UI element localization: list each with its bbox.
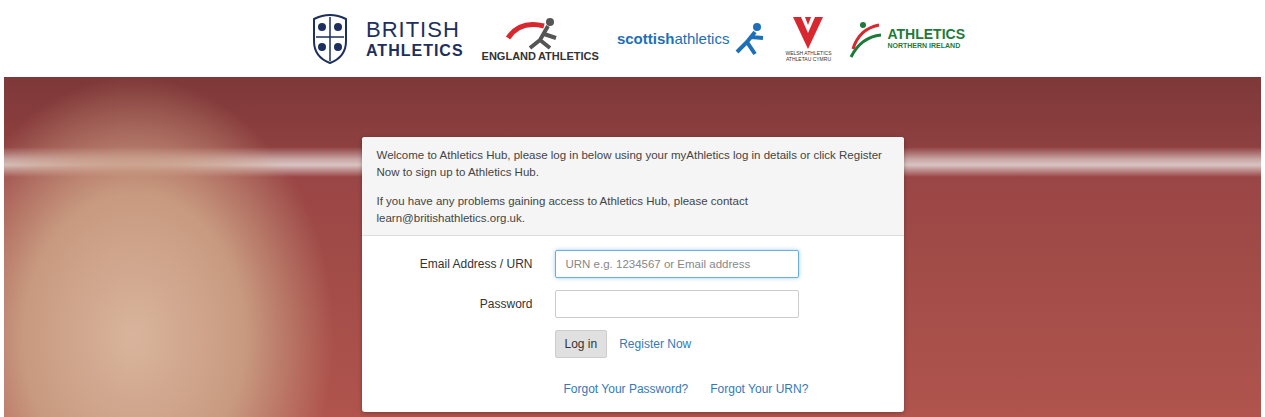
logo-text: ATHLETICS — [887, 27, 965, 42]
dragon-mark-icon — [791, 15, 825, 51]
help-links: Forgot Your Password? Forgot Your URN? — [362, 358, 904, 412]
field-label: Email Address / URN — [362, 257, 533, 271]
text-field[interactable] — [555, 250, 799, 278]
swoosh-icon — [849, 19, 883, 59]
logo-text: scottish — [617, 30, 675, 47]
crest-icon — [310, 13, 350, 65]
login-card: Welcome to Athletics Hub, please log in … — [362, 137, 904, 412]
hero-photo: Welcome to Athletics Hub, please log in … — [4, 77, 1261, 417]
login-button[interactable]: Log in — [555, 330, 608, 358]
logo-text: ENGLAND — [482, 50, 536, 62]
logo-text: athletics — [674, 30, 729, 47]
intro-text: Welcome to Athletics Hub, please log in … — [377, 147, 889, 181]
actions: Log in Register Now — [555, 330, 799, 358]
logo-text: BRITISH — [366, 19, 464, 41]
header: BRITISHATHLETICSENGLANDATHLETICSscottish… — [0, 0, 1265, 77]
british-athletics-logo: BRITISH ATHLETICS — [310, 13, 464, 65]
logo-text: ATHLETICS — [538, 50, 599, 62]
help-text: If you have any problems gaining access … — [377, 193, 889, 227]
login-form: Email Address / URN Password Log in Registe… — [362, 236, 904, 358]
field-label: Password — [362, 297, 533, 311]
logo-text: ATHLETICS — [366, 43, 464, 59]
welsh-athletics-logo: WELSH ATHLETICSATHLETAU CYMRU — [785, 15, 831, 62]
runner-icon — [733, 22, 767, 56]
login-page: BRITISHATHLETICSENGLANDATHLETICSscottish… — [0, 0, 1265, 417]
register-link[interactable]: Register Now — [619, 337, 691, 351]
athletics-ni-logo: ATHLETICSNORTHERN IRELAND — [849, 19, 965, 59]
login-intro: Welcome to Athletics Hub, please log in … — [362, 137, 904, 236]
runner-swoosh-icon — [500, 16, 580, 50]
text-field[interactable] — [555, 290, 799, 318]
logo-text: NORTHERN IRELAND — [887, 42, 965, 50]
scottish-athletics-logo: scottishathletics — [617, 22, 768, 56]
forgot-link[interactable]: Forgot Your Password? — [564, 382, 689, 396]
forgot-link[interactable]: Forgot Your URN? — [710, 382, 808, 396]
england-athletics-logo: ENGLANDATHLETICS — [482, 16, 599, 62]
logo-text: ATHLETAU CYMRU — [786, 57, 831, 63]
